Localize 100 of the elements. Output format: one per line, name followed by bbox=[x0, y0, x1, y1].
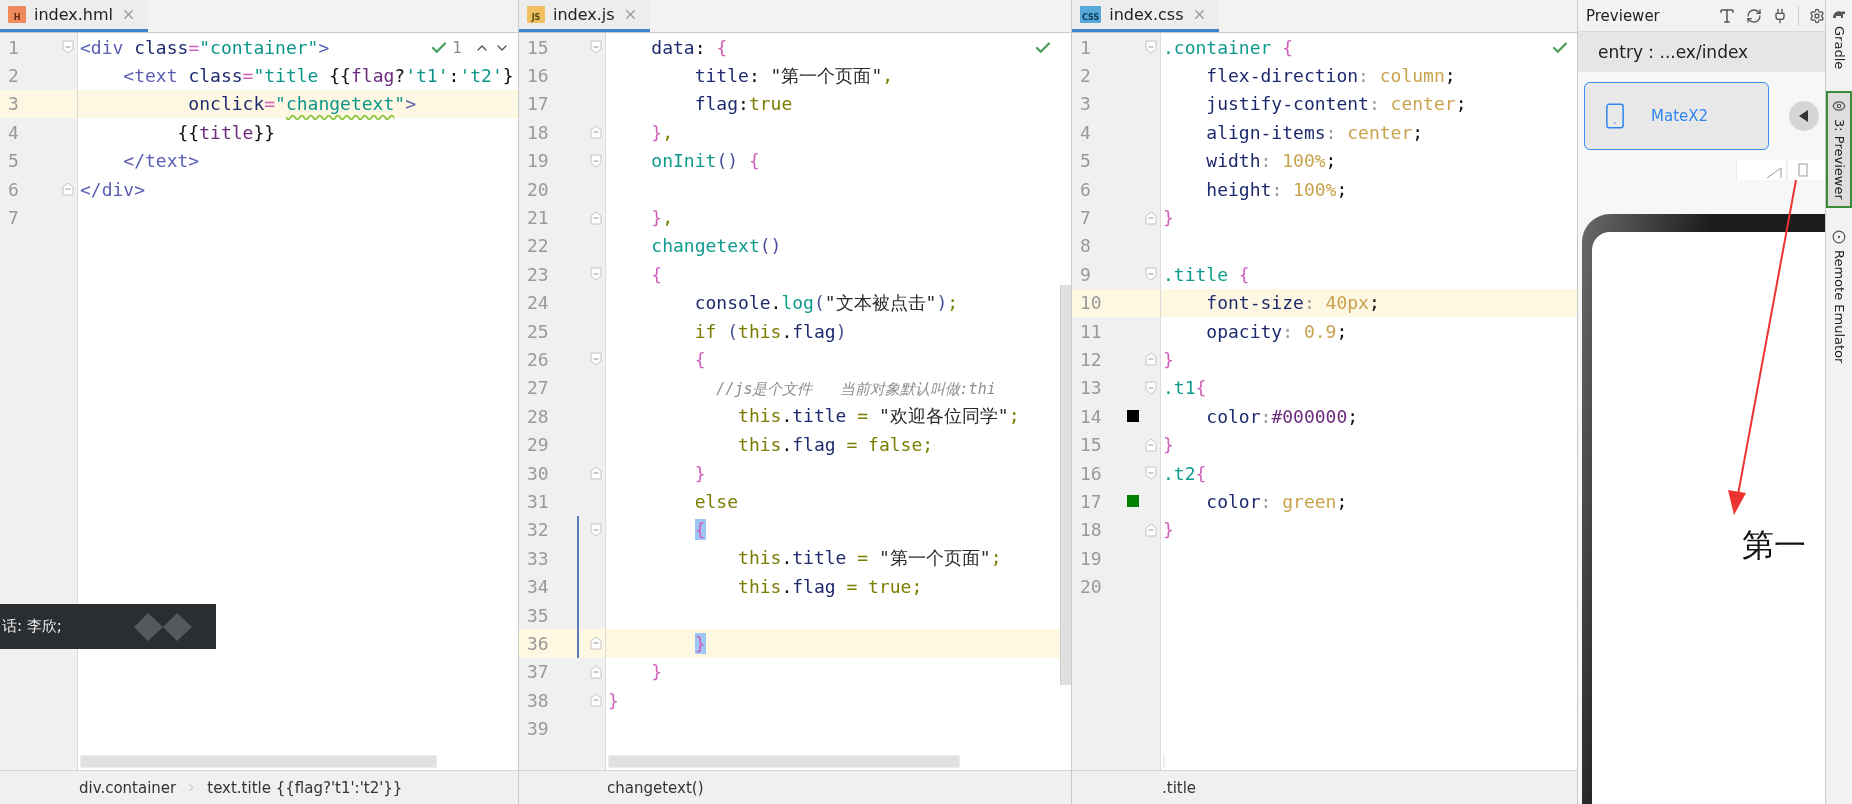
line-number: 6 bbox=[7, 178, 20, 200]
code-line: changetext() bbox=[650, 235, 782, 257]
fold-icon[interactable] bbox=[1145, 466, 1157, 481]
vertical-scrollbar[interactable] bbox=[1060, 285, 1071, 685]
refresh-icon[interactable] bbox=[1746, 7, 1762, 24]
fold-icon[interactable] bbox=[590, 352, 602, 367]
line-number: 1 bbox=[1079, 36, 1092, 58]
code-line: else bbox=[693, 490, 739, 512]
fold-icon[interactable] bbox=[1145, 40, 1157, 55]
code-line: //js是个文件 当前对象默认叫做:thi bbox=[715, 378, 996, 399]
preview-title: 第一 bbox=[1742, 526, 1806, 564]
fold-icon[interactable] bbox=[62, 40, 74, 55]
code-line: { bbox=[650, 263, 663, 285]
line-number: 17 bbox=[1079, 490, 1103, 512]
tool-window-tab[interactable]: 3: Previewer bbox=[1826, 91, 1852, 208]
line-number: 15 bbox=[1079, 434, 1103, 456]
code-line: {{title}} bbox=[176, 121, 276, 143]
code-line: } bbox=[1163, 349, 1174, 370]
fold-icon[interactable] bbox=[1145, 267, 1157, 282]
line-number: 2 bbox=[1079, 65, 1092, 87]
font-size-icon[interactable] bbox=[1718, 6, 1736, 25]
code-line: opacity: 0.9; bbox=[1205, 320, 1348, 342]
line-number: 4 bbox=[1079, 121, 1092, 143]
line-number: 30 bbox=[526, 462, 550, 484]
code-line: <div class="container"> bbox=[80, 36, 330, 58]
line-number: 5 bbox=[7, 150, 20, 172]
triangle-left-icon bbox=[1799, 110, 1809, 122]
plug-icon[interactable] bbox=[1772, 7, 1788, 24]
fold-icon[interactable] bbox=[590, 267, 602, 282]
breadcrumb[interactable]: .title bbox=[1162, 778, 1197, 797]
fold-icon[interactable] bbox=[62, 182, 74, 197]
fold-icon[interactable] bbox=[1145, 522, 1157, 537]
fold-icon[interactable] bbox=[590, 125, 602, 140]
code-line: font-size: 40px; bbox=[1205, 292, 1380, 314]
line-number: 18 bbox=[1079, 519, 1103, 541]
line-number: 10 bbox=[1079, 292, 1103, 314]
code-line: }, bbox=[650, 207, 674, 229]
line-number: 4 bbox=[7, 121, 20, 143]
tool-window-tab[interactable]: Gradle bbox=[1826, 0, 1852, 78]
code-line: onclick="changetext"> bbox=[187, 93, 416, 115]
fold-icon[interactable] bbox=[590, 210, 602, 225]
file-tab[interactable]: H index.hml bbox=[0, 0, 149, 32]
speaker-label: 话: 李欣; bbox=[2, 617, 62, 636]
code-line: data: { bbox=[650, 36, 728, 58]
line-number: 32 bbox=[526, 519, 550, 541]
fold-icon[interactable] bbox=[590, 636, 602, 651]
file-type-icon: JS bbox=[527, 6, 545, 23]
file-tab[interactable]: CSS index.css bbox=[1072, 0, 1219, 32]
fold-icon[interactable] bbox=[1145, 380, 1157, 395]
code-line: flag:true bbox=[693, 93, 793, 115]
fold-icon[interactable] bbox=[590, 153, 602, 168]
line-number: 11 bbox=[1079, 320, 1103, 342]
settings-icon[interactable] bbox=[1809, 7, 1825, 24]
code-line: </text> bbox=[122, 150, 200, 172]
elephant-icon bbox=[1832, 8, 1846, 20]
code-line: .title { bbox=[1163, 263, 1250, 285]
code-line: this.title = "欢迎各位同学"; bbox=[737, 404, 1020, 429]
line-number: 9 bbox=[1079, 263, 1092, 285]
code-line: .container { bbox=[1163, 36, 1294, 58]
line-number: 1 bbox=[7, 36, 20, 58]
line-number: 36 bbox=[526, 632, 550, 654]
line-number: 31 bbox=[526, 490, 550, 512]
fold-icon[interactable] bbox=[590, 522, 602, 537]
code-line: color:#000000; bbox=[1205, 405, 1359, 427]
code-line: .t2{ bbox=[1163, 462, 1207, 484]
code-line: } bbox=[1163, 207, 1174, 229]
fold-icon[interactable] bbox=[590, 664, 602, 679]
code-line: this.title = "第一个页面"; bbox=[737, 546, 1002, 571]
fold-icon[interactable] bbox=[1145, 352, 1157, 367]
fold-icon[interactable] bbox=[1145, 210, 1157, 225]
line-number: 34 bbox=[526, 576, 550, 598]
line-number: 20 bbox=[1079, 576, 1103, 598]
fold-icon[interactable] bbox=[590, 693, 602, 708]
code-line: <text class="title {{flag?'t1':'t2'} bbox=[122, 65, 514, 87]
line-number: 28 bbox=[526, 405, 550, 427]
breadcrumb[interactable]: div.container bbox=[79, 778, 177, 797]
line-number: 17 bbox=[526, 93, 550, 115]
fold-icon[interactable] bbox=[590, 466, 602, 481]
file-tab[interactable]: JS index.js bbox=[519, 0, 650, 32]
entry-path: entry : ...ex/index bbox=[1578, 32, 1825, 72]
code-line: justify-content: center; bbox=[1205, 93, 1467, 115]
code-line: { bbox=[693, 349, 706, 370]
code-line: align-items: center; bbox=[1205, 121, 1424, 143]
code-line: color: green; bbox=[1205, 490, 1348, 512]
tool-window-tab[interactable]: Remote Emulator bbox=[1826, 222, 1852, 372]
back-button[interactable] bbox=[1789, 101, 1819, 131]
code-line: if (this.flag) bbox=[693, 320, 847, 342]
code-line: }, bbox=[650, 121, 674, 143]
line-number: 6 bbox=[1079, 178, 1092, 200]
code-line: } bbox=[1163, 434, 1174, 456]
fold-icon[interactable] bbox=[1145, 437, 1157, 452]
breadcrumb[interactable]: changetext() bbox=[607, 778, 704, 797]
line-number: 8 bbox=[1079, 235, 1092, 257]
line-number: 20 bbox=[526, 178, 550, 200]
line-number: 13 bbox=[1079, 377, 1103, 399]
code-line: this.flag = true; bbox=[737, 576, 923, 598]
line-number: 25 bbox=[526, 320, 550, 342]
line-number: 16 bbox=[526, 65, 550, 87]
breadcrumb[interactable]: text.title {{flag?'t1':'t2'}} bbox=[207, 778, 403, 797]
fold-icon[interactable] bbox=[590, 40, 602, 55]
